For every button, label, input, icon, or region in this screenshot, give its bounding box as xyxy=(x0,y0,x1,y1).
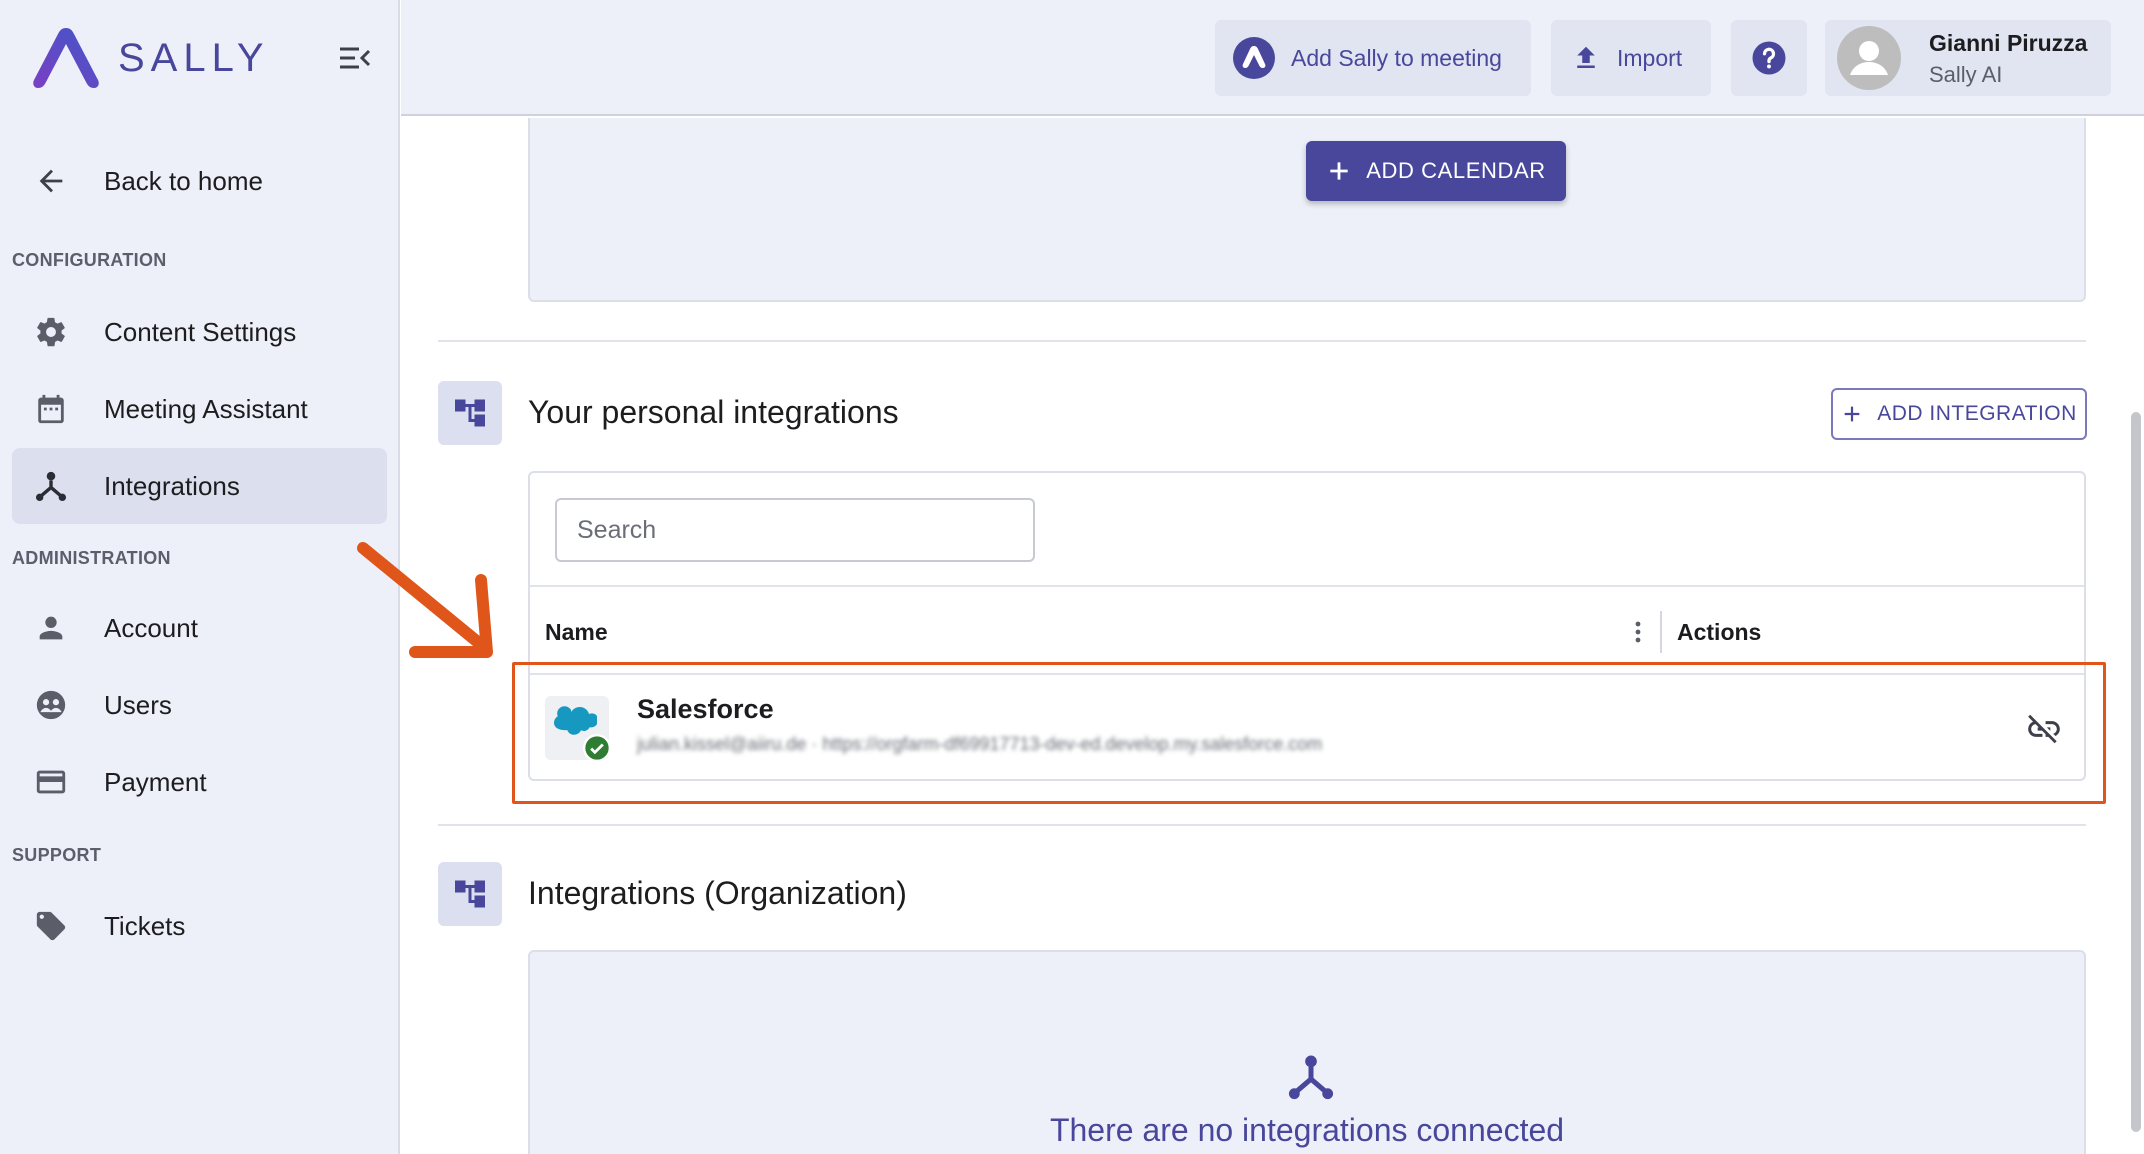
user-name: Gianni Piruzza xyxy=(1929,30,2088,56)
add-calendar-label: ADD CALENDAR xyxy=(1366,158,1546,183)
table-header: Name Actions xyxy=(530,585,2084,675)
add-sally-label: Add Sally to meeting xyxy=(1291,44,1502,71)
section-label-configuration: CONFIGURATION xyxy=(12,250,167,270)
sidebar: SALLY Back to home CONFIGURATION Content… xyxy=(0,0,400,1154)
user-menu[interactable]: Gianni Piruzza Sally AI xyxy=(1825,20,2111,96)
personal-integrations-icon xyxy=(438,381,502,445)
user-org: Sally AI xyxy=(1929,62,2003,87)
sidebar-item-label: Tickets xyxy=(104,910,186,941)
connected-check-icon xyxy=(583,734,611,762)
credit-card-icon xyxy=(36,770,66,794)
personal-integrations-table: Name Actions Salesforce xyxy=(528,471,2086,781)
top-bar: Add Sally to meeting Import Gianni Piruz… xyxy=(401,0,2144,116)
add-sally-to-meeting-button[interactable]: Add Sally to meeting xyxy=(1215,20,1531,96)
column-separator[interactable] xyxy=(1660,611,1662,653)
salesforce-logo xyxy=(545,696,611,762)
search-input[interactable] xyxy=(555,498,1035,562)
avatar xyxy=(1837,26,1901,90)
calendar-icon xyxy=(38,394,64,424)
sally-logo-icon xyxy=(33,28,99,88)
main-content: ADD CALENDAR Your personal integrations … xyxy=(401,118,2144,1154)
sidebar-item-label: Account xyxy=(104,612,198,643)
column-header-actions: Actions xyxy=(1677,619,1762,645)
sidebar-item-tickets[interactable]: Tickets xyxy=(12,888,387,964)
add-calendar-button[interactable]: ADD CALENDAR xyxy=(1306,141,1566,201)
integrations-icon xyxy=(1288,1055,1334,1100)
add-integration-label: ADD INTEGRATION xyxy=(1877,402,2077,425)
sidebar-item-users[interactable]: Users xyxy=(12,667,387,743)
sidebar-item-account[interactable]: Account xyxy=(12,590,387,666)
sidebar-item-payment[interactable]: Payment xyxy=(12,744,387,820)
sidebar-item-label: Integrations xyxy=(104,470,240,501)
integration-detail: julian.kissel@aiiru.de · https://orgfarm… xyxy=(637,734,1323,754)
collapse-menu-icon[interactable] xyxy=(336,40,372,76)
plus-icon xyxy=(1844,406,1860,422)
gear-icon xyxy=(37,317,65,347)
account-tree-icon xyxy=(455,880,485,908)
organization-integrations-icon xyxy=(438,862,502,926)
back-to-home-link[interactable]: Back to home xyxy=(34,160,263,202)
sidebar-item-label: Users xyxy=(104,689,172,720)
import-label: Import xyxy=(1617,44,1683,71)
integration-name: Salesforce xyxy=(637,694,774,724)
empty-state-message: There are no integrations connected xyxy=(1049,1112,1565,1148)
section-label-support: SUPPORT xyxy=(12,845,102,865)
scrollbar-thumb[interactable] xyxy=(2131,412,2141,1132)
sidebar-item-content-settings[interactable]: Content Settings xyxy=(12,294,387,370)
sally-badge-icon xyxy=(1233,37,1275,79)
column-header-name[interactable]: Name xyxy=(545,619,608,646)
column-menu-icon[interactable] xyxy=(1626,617,1650,647)
brand-name: SALLY xyxy=(118,35,270,80)
disconnect-link-icon[interactable] xyxy=(2025,710,2063,748)
personal-integrations-title: Your personal integrations xyxy=(528,394,899,430)
users-icon xyxy=(36,690,66,720)
help-button[interactable] xyxy=(1731,20,1807,96)
back-to-home-label: Back to home xyxy=(104,165,263,196)
arrow-back-icon xyxy=(39,169,63,193)
upload-icon xyxy=(1577,46,1595,68)
person-icon xyxy=(39,616,63,640)
organization-integrations-title: Integrations (Organization) xyxy=(528,875,907,911)
scrollbar[interactable] xyxy=(2126,118,2144,1154)
sidebar-item-label: Content Settings xyxy=(104,316,297,347)
tag-icon xyxy=(36,911,66,941)
sidebar-item-label: Meeting Assistant xyxy=(104,393,308,424)
app-root: SALLY Back to home CONFIGURATION Content… xyxy=(0,0,2144,1154)
plus-icon xyxy=(1330,162,1348,180)
organization-empty-card: There are no integrations connected xyxy=(528,950,2086,1154)
help-icon xyxy=(1752,41,1786,75)
table-row[interactable]: Salesforce julian.kissel@aiiru.de · http… xyxy=(530,678,2084,778)
section-label-administration: ADMINISTRATION xyxy=(12,548,171,568)
brand-logo[interactable]: SALLY xyxy=(30,26,270,90)
add-integration-button[interactable]: ADD INTEGRATION xyxy=(1831,388,2087,440)
import-button[interactable]: Import xyxy=(1551,20,1711,96)
section-divider xyxy=(438,824,2086,826)
sidebar-item-integrations[interactable]: Integrations xyxy=(12,448,387,524)
sidebar-item-meeting-assistant[interactable]: Meeting Assistant xyxy=(12,371,387,447)
account-tree-icon xyxy=(455,399,485,427)
integrations-icon xyxy=(35,471,67,502)
calendar-card: ADD CALENDAR xyxy=(528,118,2086,302)
sidebar-item-label: Payment xyxy=(104,766,207,797)
section-divider xyxy=(438,340,2086,342)
